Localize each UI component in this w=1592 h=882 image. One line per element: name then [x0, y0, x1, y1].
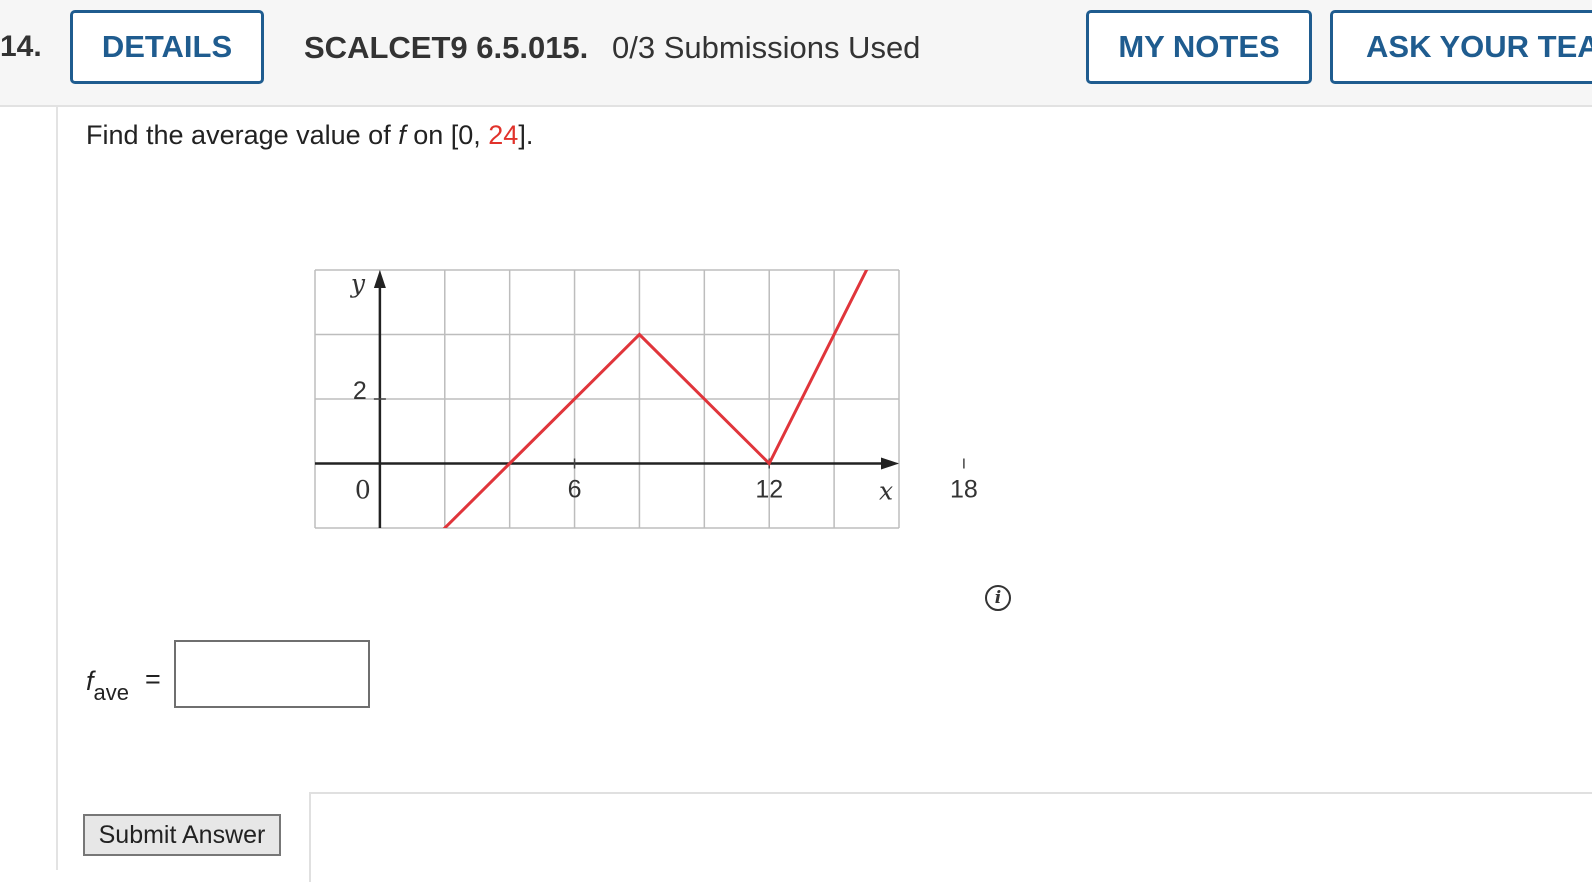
my-notes-button[interactable]: MY NOTES: [1086, 10, 1312, 84]
answer-label-f: f: [86, 666, 94, 696]
answer-label: fave: [86, 666, 129, 705]
submit-answer-button[interactable]: Submit Answer: [83, 814, 281, 856]
x-axis-arrow-icon: [881, 457, 899, 470]
axis-ticks: [373, 398, 965, 469]
origin-label: 0: [355, 476, 371, 505]
y-tick-label-2: 2: [353, 377, 367, 405]
feedback-panel: [309, 792, 1592, 882]
y-axis-variable-label: y: [350, 269, 366, 298]
answer-label-subscript: ave: [93, 680, 129, 705]
function-line: [442, 270, 869, 528]
function-graph: y x 0 2 6 12 18: [314, 269, 978, 529]
average-value-input[interactable]: [174, 640, 370, 708]
x-tick-label-6: 6: [568, 476, 582, 504]
x-tick-label-12: 12: [755, 476, 783, 504]
x-tick-labels: 6 12 18: [568, 476, 978, 504]
x-axis-variable-label: x: [879, 477, 893, 506]
x-tick-label-18: 18: [950, 476, 978, 504]
info-icon[interactable]: i: [985, 585, 1011, 611]
graph-grid: [314, 269, 900, 529]
y-axis-arrow-icon: [373, 270, 386, 288]
ask-your-teacher-button[interactable]: ASK YOUR TEACHER: [1330, 10, 1592, 84]
equals-sign: =: [145, 664, 161, 694]
